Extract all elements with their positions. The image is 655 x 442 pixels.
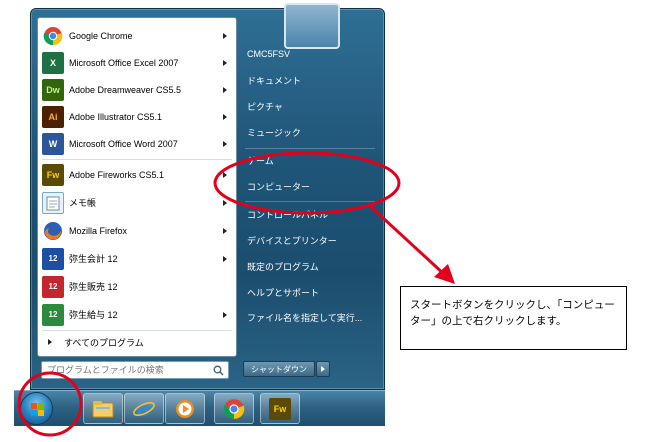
highlight-circle-start (17, 371, 83, 437)
highlight-circle-computer (213, 151, 401, 215)
annotation-arrow (368, 204, 447, 277)
callout-text: スタートボタンをクリックし、「コンピューター」の上で右クリックします。 (410, 299, 615, 327)
instruction-callout: スタートボタンをクリックし、「コンピューター」の上で右クリックします。 (400, 286, 627, 350)
annotation-overlay (17, 151, 455, 437)
